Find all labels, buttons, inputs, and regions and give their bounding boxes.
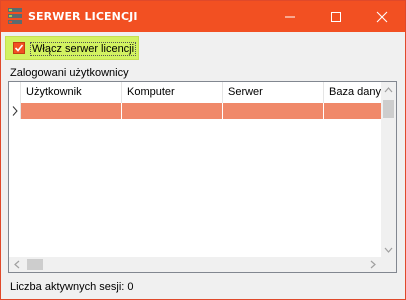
table-cell[interactable] (21, 103, 122, 119)
logged-users-label: Zalogowani użytkownicy (10, 67, 129, 79)
server-app-icon (8, 8, 22, 24)
row-pointer-icon (12, 106, 18, 116)
grid-corner (9, 82, 21, 103)
maximize-button[interactable] (313, 1, 359, 32)
table-cell[interactable] (324, 103, 383, 119)
active-sessions-status: Liczba aktywnych sesji: 0 (10, 281, 134, 293)
horizontal-scrollbar[interactable] (9, 257, 381, 272)
scroll-left-button[interactable] (9, 257, 25, 272)
chevron-left-icon (14, 260, 20, 269)
column-header-server[interactable]: Serwer (223, 82, 324, 103)
license-server-window: SERWER LICENCJI Włącz serwer licencji Za… (0, 0, 406, 300)
enable-server-label[interactable]: Włącz serwer licencji (30, 42, 137, 56)
grid-header: Użytkownik Komputer Serwer Baza danych (9, 82, 383, 104)
chevron-right-icon (370, 260, 376, 269)
chevron-up-icon (384, 87, 393, 93)
horizontal-scroll-thumb[interactable] (27, 259, 43, 270)
minimize-button[interactable] (267, 1, 313, 32)
column-header-database[interactable]: Baza danych (324, 82, 383, 103)
vertical-scroll-thumb[interactable] (383, 100, 394, 118)
vertical-scrollbar[interactable] (381, 82, 396, 258)
enable-server-toggle[interactable]: Włącz serwer licencji (5, 36, 139, 60)
checkmark-icon (14, 44, 24, 52)
scroll-right-button[interactable] (365, 257, 381, 272)
scroll-up-button[interactable] (381, 82, 396, 98)
column-header-computer[interactable]: Komputer (122, 82, 223, 103)
maximize-icon (331, 12, 341, 22)
scroll-down-button[interactable] (381, 242, 396, 258)
scrollbar-corner (381, 257, 396, 272)
table-cell[interactable] (223, 103, 324, 119)
chevron-down-icon (384, 247, 393, 253)
minimize-icon (285, 16, 295, 18)
close-button[interactable] (359, 1, 405, 32)
users-grid[interactable]: Użytkownik Komputer Serwer Baza danych (8, 81, 397, 273)
enable-server-checkbox[interactable] (13, 42, 25, 54)
table-cell[interactable] (122, 103, 223, 119)
column-header-user[interactable]: Użytkownik (21, 82, 122, 103)
close-icon (376, 11, 388, 23)
current-row-indicator (9, 103, 21, 119)
table-row[interactable] (9, 103, 383, 119)
window-title: SERWER LICENCJI (28, 10, 138, 23)
title-bar[interactable]: SERWER LICENCJI (1, 1, 405, 32)
